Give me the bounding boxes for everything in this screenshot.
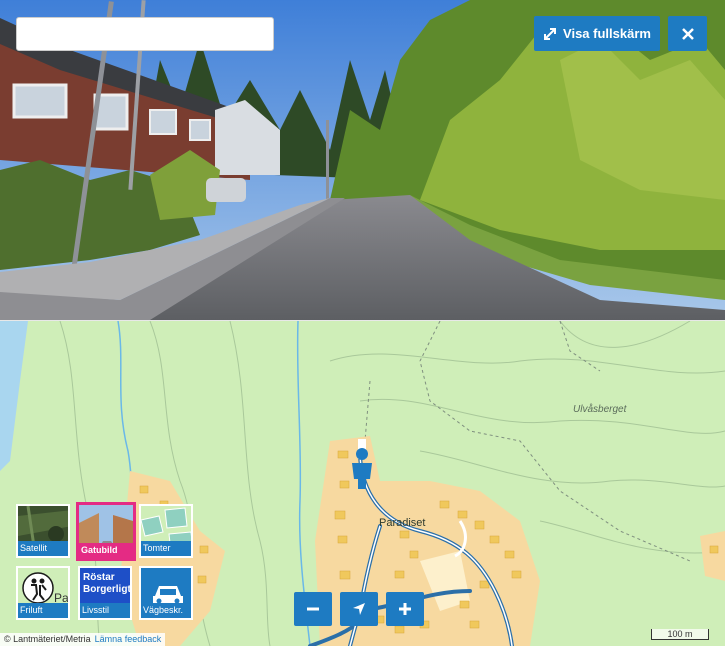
attribution-text: © Lantmäteriet/Metria <box>4 634 91 644</box>
street-view-panorama[interactable]: Visa fullskärm <box>0 0 725 320</box>
layer-vagbeskr-button[interactable]: Vägbeskr. <box>139 566 193 620</box>
livsstil-badge: Röstar Borgerligt <box>83 572 131 596</box>
locate-button[interactable] <box>340 592 378 626</box>
minus-icon <box>307 607 319 611</box>
layer-tomter-label: Tomter <box>141 541 191 556</box>
fullscreen-button-label: Visa fullskärm <box>563 26 651 41</box>
feedback-link[interactable]: Lämna feedback <box>95 634 162 644</box>
location-arrow-icon <box>353 603 365 615</box>
scale-bar: 100 m <box>651 629 709 640</box>
expand-arrows-icon <box>544 27 557 40</box>
plus-icon <box>399 603 411 615</box>
layer-satellit-label: Satellit <box>18 541 68 556</box>
zoom-out-button[interactable] <box>294 592 332 626</box>
close-x-icon <box>681 27 694 40</box>
search-input[interactable] <box>16 17 274 51</box>
place-label-paradiset: Paradiset <box>379 517 426 529</box>
layer-tomter-button[interactable]: Tomter <box>139 504 193 558</box>
layer-livsstil-label: Livsstil <box>80 603 130 618</box>
fullscreen-button[interactable]: Visa fullskärm <box>534 16 660 51</box>
layer-friluft-button[interactable]: Pa Friluft <box>16 566 70 620</box>
close-button[interactable] <box>668 16 707 51</box>
layer-gatubild-button[interactable]: Gatubild <box>76 502 136 561</box>
map-attribution: © Lantmäteriet/Metria Lämna feedback <box>0 633 166 646</box>
layer-gatubild-label: Gatubild <box>79 543 133 558</box>
layer-livsstil-button[interactable]: Röstar Borgerligt Livsstil <box>78 566 132 620</box>
livsstil-badge-line2: Borgerligt <box>83 584 131 595</box>
layer-friluft-label: Friluft <box>18 603 68 618</box>
zoom-in-button[interactable] <box>386 592 424 626</box>
layer-vagbeskr-label: Vägbeskr. <box>141 603 191 618</box>
map-view[interactable]: Ulvåsberget Paradiset Satellit Gatubild … <box>0 320 725 646</box>
livsstil-badge-line1: Röstar <box>83 572 115 583</box>
place-label-ulvasberget: Ulvåsberget <box>573 404 627 415</box>
layer-satellit-button[interactable]: Satellit <box>16 504 70 558</box>
